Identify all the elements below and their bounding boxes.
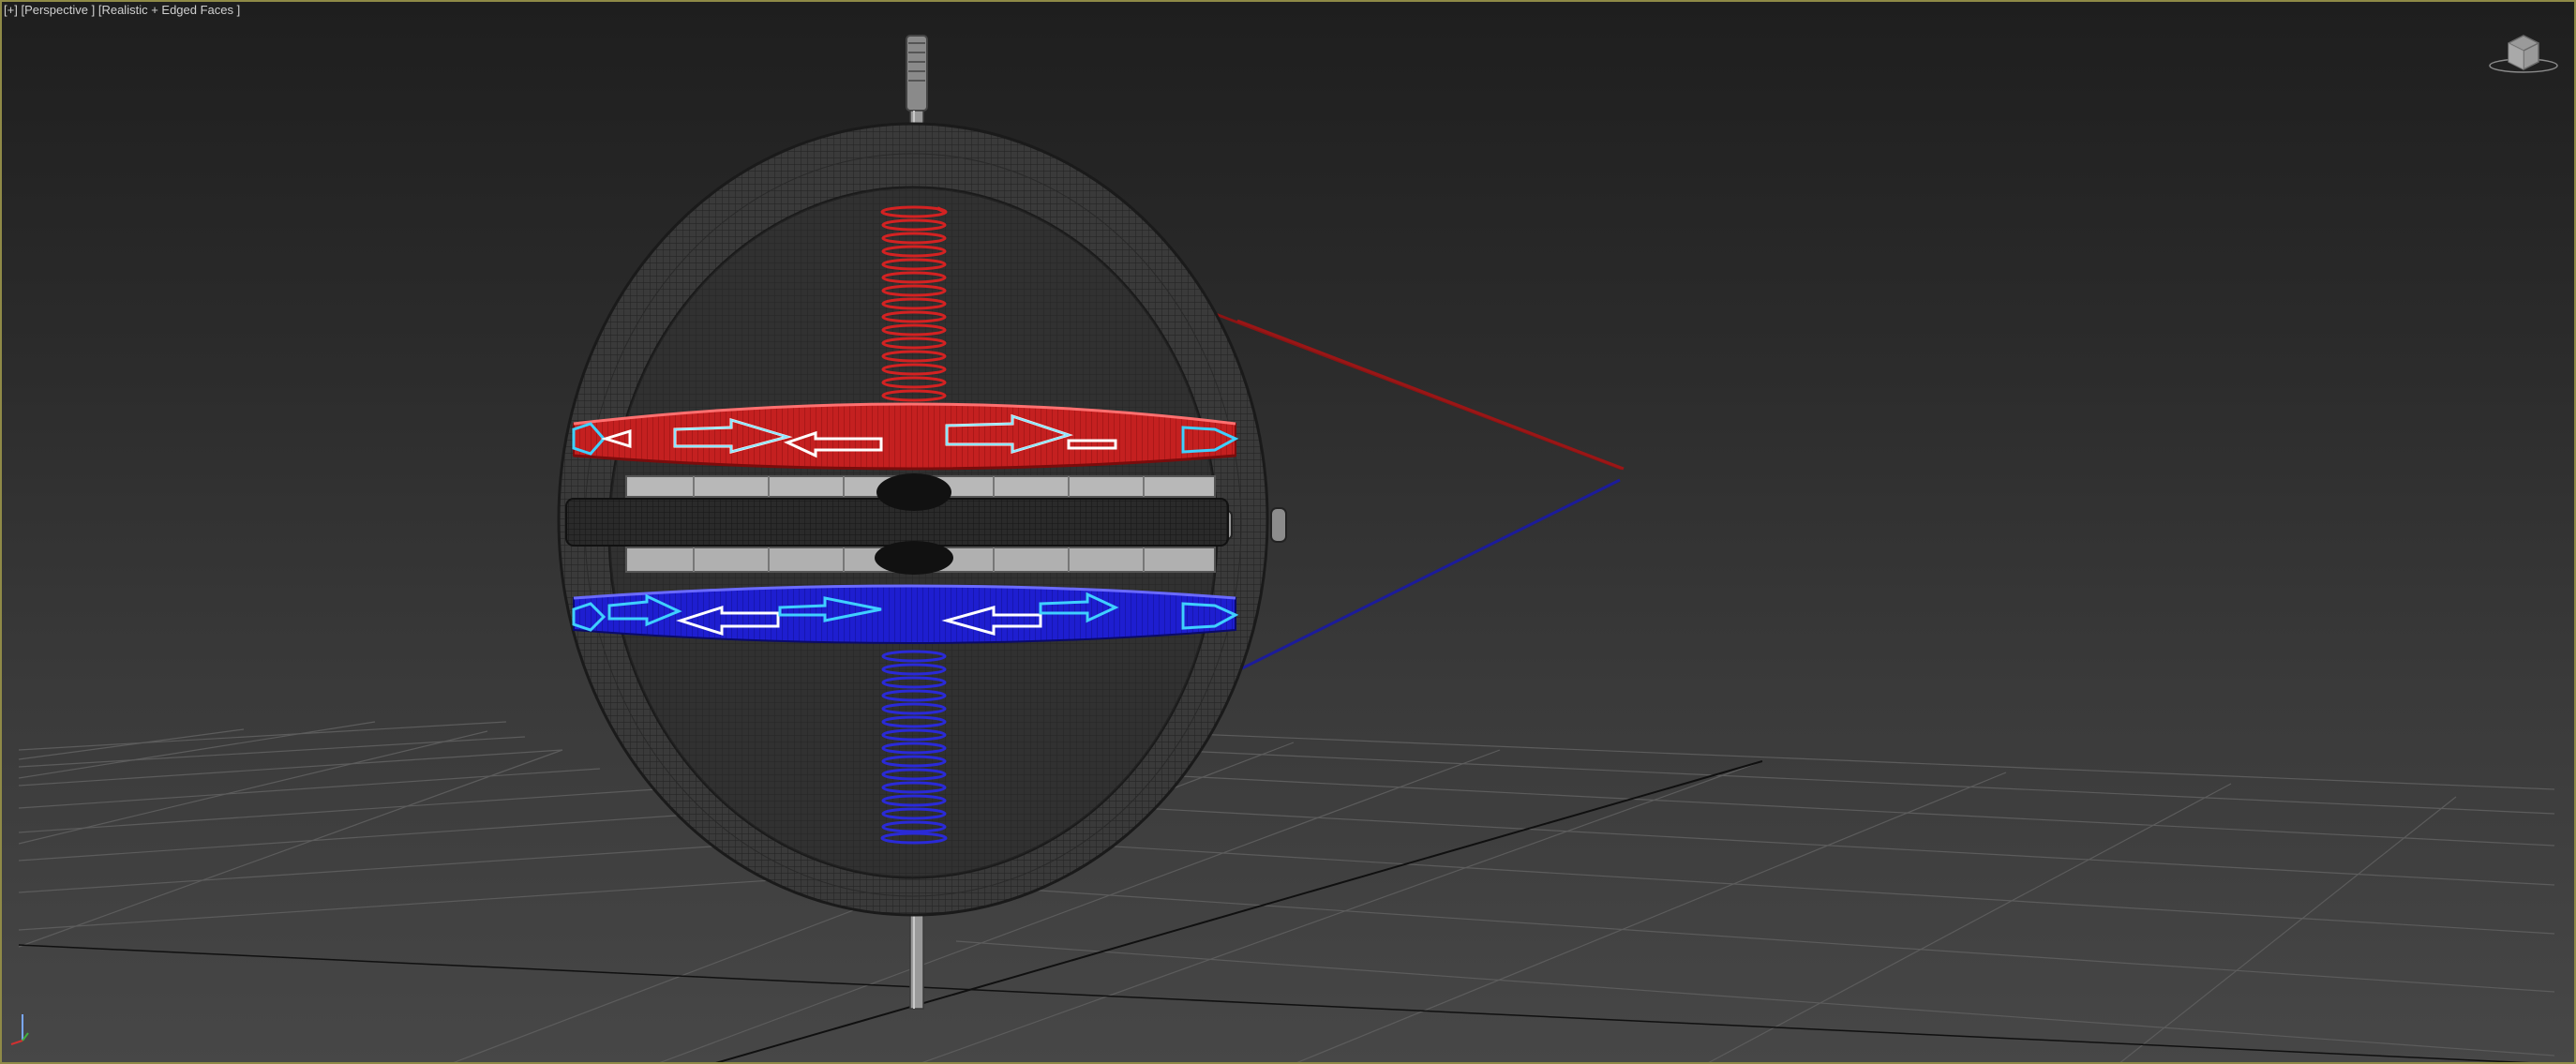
viewport-view-label[interactable]: [Perspective ] (21, 3, 95, 17)
ground-grid (18, 721, 2555, 1064)
red-helper-line-2 (1236, 319, 1625, 471)
blue-ring[interactable] (572, 584, 1239, 644)
scene-canvas[interactable] (0, 0, 2576, 1064)
axis-tripod-icon (10, 1014, 29, 1045)
viewport-menu-button[interactable]: [+] (4, 3, 18, 17)
viewport-shading-label[interactable]: [Realistic + Edged Faces ] (98, 3, 240, 17)
rotor-disc[interactable] (565, 473, 1229, 575)
viewcube-icon[interactable] (2486, 32, 2561, 75)
red-ring[interactable] (572, 402, 1239, 471)
ring-pivot-knob-outer (1270, 507, 1287, 543)
grid-axis-secondary (18, 944, 2555, 1064)
viewport-label: [+] [Perspective ] [Realistic + Edged Fa… (4, 3, 240, 17)
perspective-viewport[interactable]: [+] [Perspective ] [Realistic + Edged Fa… (0, 0, 2576, 1064)
